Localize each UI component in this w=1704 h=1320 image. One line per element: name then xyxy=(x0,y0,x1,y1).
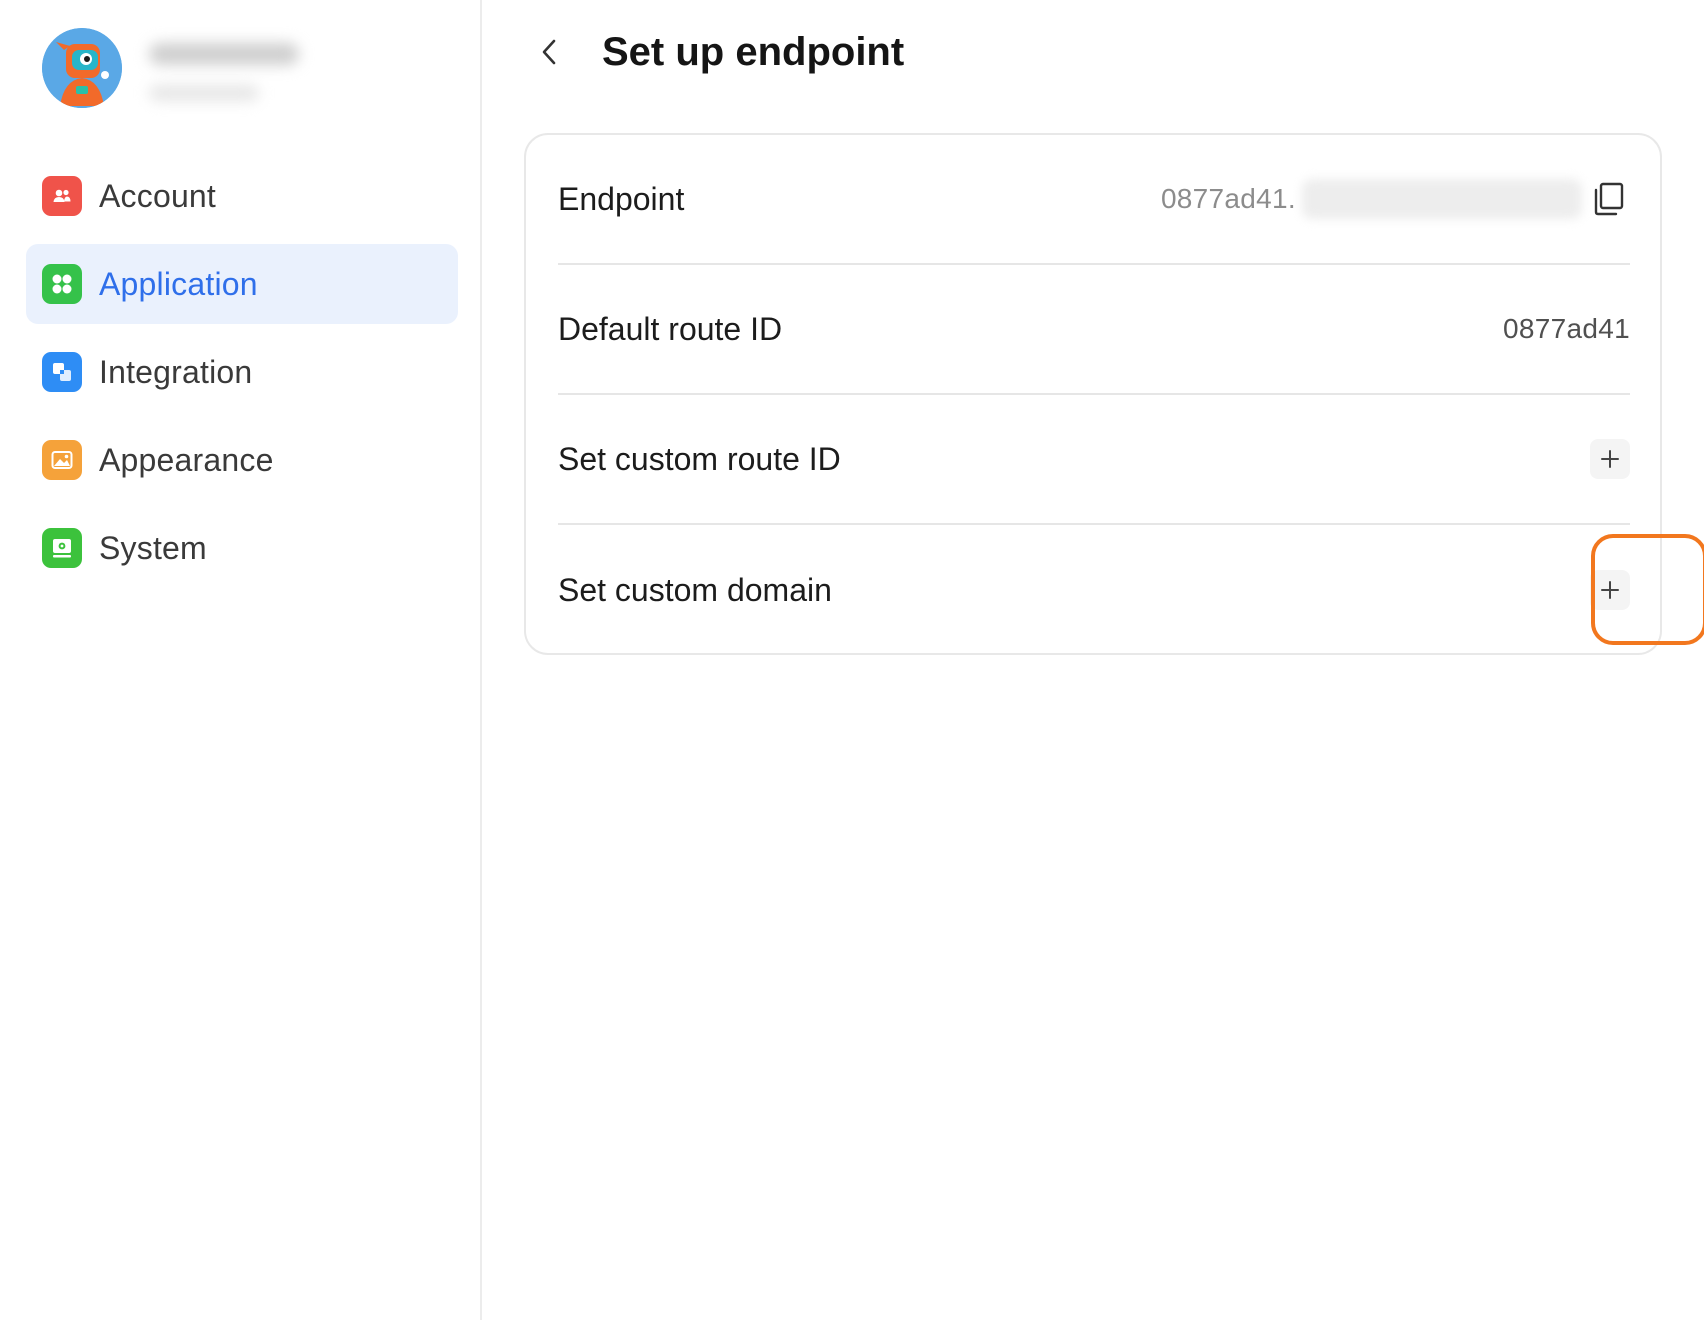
endpoint-settings-card: Endpoint 0877ad41. Default route ID 0877… xyxy=(524,133,1704,655)
chevron-left-icon xyxy=(542,39,556,65)
sidebar-item-account[interactable]: Account xyxy=(26,156,458,236)
sidebar: Account Application Integration Appearan… xyxy=(0,0,482,1320)
sidebar-item-application[interactable]: Application xyxy=(26,244,458,324)
main-panel: Set up endpoint Endpoint 0877ad41. Defau… xyxy=(484,0,1704,1320)
plus-icon xyxy=(1601,581,1619,599)
default-route-row: Default route ID 0877ad41 xyxy=(558,265,1630,395)
sidebar-item-appearance[interactable]: Appearance xyxy=(26,420,458,500)
custom-route-label: Set custom route ID xyxy=(558,440,841,477)
endpoint-value-redacted xyxy=(1302,179,1582,219)
sidebar-item-label: Account xyxy=(99,177,217,214)
integration-icon xyxy=(42,352,82,392)
page-header: Set up endpoint xyxy=(530,22,904,82)
plus-icon xyxy=(1601,450,1619,468)
application-icon xyxy=(42,264,82,304)
sidebar-item-label: Integration xyxy=(99,353,253,390)
custom-domain-row: Set custom domain xyxy=(558,525,1630,655)
endpoint-value: 0877ad41. xyxy=(1160,183,1296,214)
copy-icon xyxy=(1594,182,1624,216)
default-route-label: Default route ID xyxy=(558,310,783,347)
endpoint-row: Endpoint 0877ad41. xyxy=(558,135,1630,265)
endpoint-label: Endpoint xyxy=(558,180,685,217)
copy-button[interactable] xyxy=(1586,177,1630,221)
add-custom-route-button[interactable] xyxy=(1590,439,1630,479)
profile-name-redacted xyxy=(127,27,317,117)
profile-header[interactable] xyxy=(42,27,482,117)
sidebar-item-system[interactable]: System xyxy=(26,508,458,588)
appearance-icon xyxy=(42,440,82,480)
avatar xyxy=(42,28,122,108)
add-custom-domain-button[interactable] xyxy=(1590,570,1630,610)
custom-route-row: Set custom route ID xyxy=(558,395,1630,525)
sidebar-item-label: Application xyxy=(99,265,258,302)
sidebar-item-label: Appearance xyxy=(99,441,274,478)
system-icon xyxy=(42,528,82,568)
settings-window: Account Application Integration Appearan… xyxy=(0,0,1704,1320)
back-button[interactable] xyxy=(530,32,570,72)
custom-domain-label: Set custom domain xyxy=(558,571,832,608)
account-icon xyxy=(42,176,82,216)
sidebar-item-integration[interactable]: Integration xyxy=(26,332,458,412)
page-title: Set up endpoint xyxy=(602,29,905,74)
sidebar-item-label: System xyxy=(99,529,207,566)
default-route-value: 0877ad41 xyxy=(1503,313,1630,344)
endpoint-value-group: 0877ad41. xyxy=(1161,177,1630,221)
sidebar-nav: Account Application Integration Appearan… xyxy=(26,156,458,596)
